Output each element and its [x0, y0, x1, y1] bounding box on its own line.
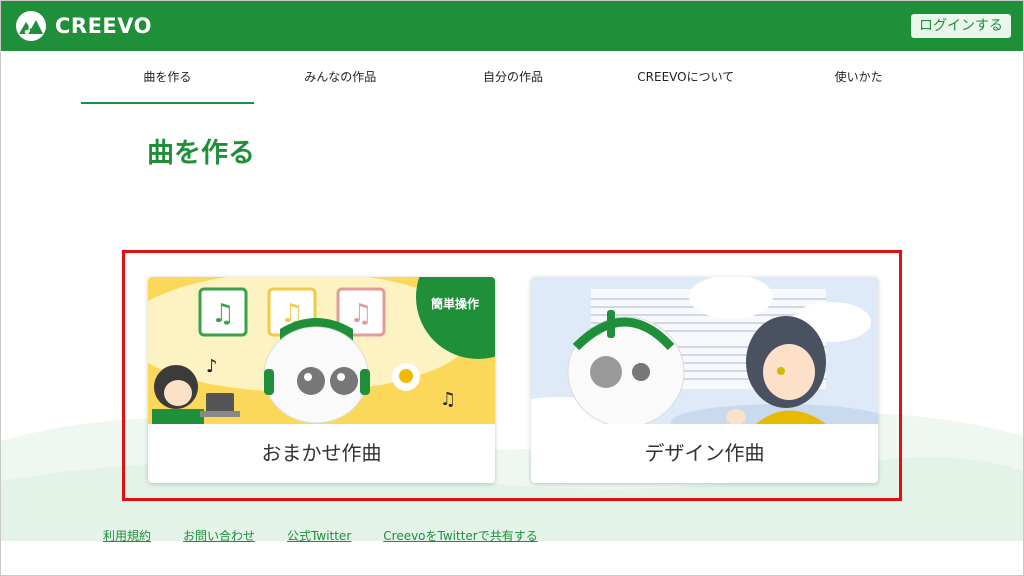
nav-item-everyone-works[interactable]: みんなの作品	[254, 51, 427, 104]
nav-item-my-works[interactable]: 自分の作品	[427, 51, 600, 104]
login-button[interactable]: ログインする	[911, 14, 1011, 38]
footer-link-share-twitter[interactable]: CreevoをTwitterで共有する	[383, 527, 537, 544]
top-header: CREEVO ログインする	[1, 1, 1023, 51]
svg-text:♪: ♪	[206, 356, 218, 377]
design-compose-label: デザイン作曲	[644, 441, 765, 465]
svg-text:♫: ♫	[211, 299, 234, 329]
svg-text:♫: ♫	[349, 299, 372, 329]
svg-text:♫: ♫	[440, 389, 456, 410]
logo[interactable]: CREEVO	[15, 10, 152, 42]
page-title: 曲を作る	[147, 138, 255, 169]
footer-links: 利用規約 お問い合わせ 公式Twitter CreevoをTwitterで共有す…	[103, 527, 538, 544]
design-compose-card[interactable]: デザイン作曲	[531, 277, 878, 483]
nav-item-create[interactable]: 曲を作る	[81, 51, 254, 104]
footer-link-contact[interactable]: お問い合わせ	[183, 527, 255, 544]
design-compose-illustration	[531, 277, 878, 424]
main-nav: 曲を作る みんなの作品 自分の作品 CREEVOについて 使いかた	[81, 51, 945, 104]
nav-item-about[interactable]: CREEVOについて	[599, 51, 772, 104]
auto-compose-label: おまかせ作曲	[261, 441, 382, 465]
auto-compose-card[interactable]: ♫ ♫ ♫ ♪ ♫ 簡単操作 おまかせ作曲	[148, 277, 495, 483]
brand-name: CREEVO	[55, 14, 153, 38]
footer-link-terms[interactable]: 利用規約	[103, 527, 151, 544]
footer-link-official-twitter[interactable]: 公式Twitter	[287, 527, 351, 544]
nav-item-howto[interactable]: 使いかた	[772, 51, 945, 104]
creevo-logo-icon	[16, 11, 46, 41]
easy-operation-badge: 簡単操作	[431, 297, 480, 311]
